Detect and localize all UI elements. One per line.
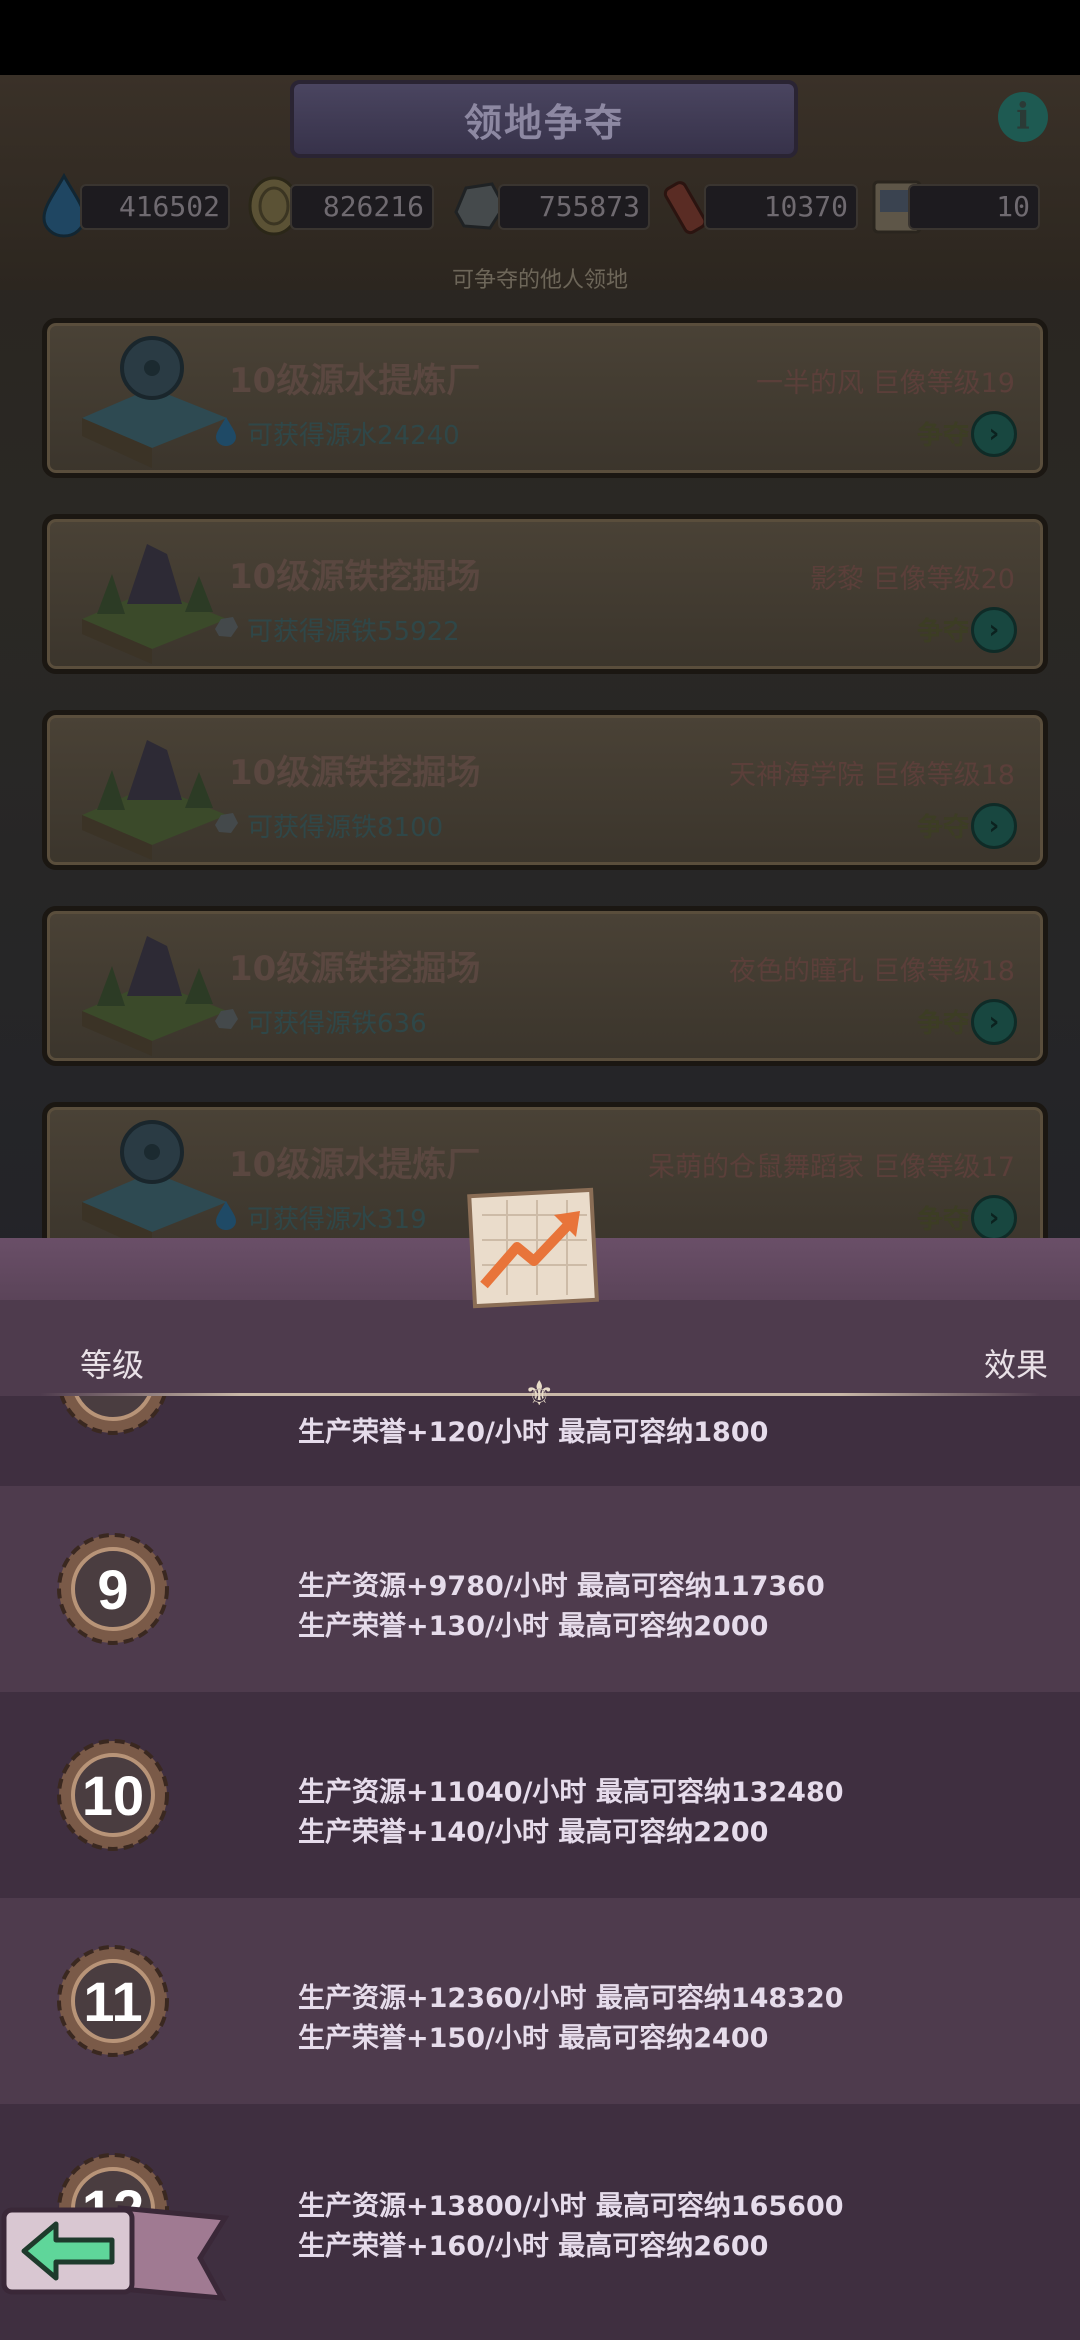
info-icon: i — [1016, 96, 1030, 138]
chevron-right-icon: › — [988, 1007, 1000, 1037]
effect-line-honor: 生产荣誉+130/小时 最高可容纳2000 — [298, 1611, 769, 1642]
contest-label[interactable]: 争夺 — [917, 1199, 969, 1236]
contest-label[interactable]: 争夺 — [917, 611, 969, 648]
water-drop-icon — [216, 1201, 236, 1230]
iron-mine-island-icon — [82, 740, 227, 860]
resource-water: 416502 — [80, 184, 230, 230]
title-plate: 领地争夺 — [290, 80, 798, 158]
resource-iron-value: 755873 — [538, 190, 640, 223]
level-number: 9 — [97, 1557, 129, 1621]
chevron-right-icon: › — [988, 419, 1000, 449]
territory-name: 10级源铁挖掘场 — [229, 949, 481, 989]
level-row: 10 生产资源+11040/小时 最高可容纳132480 生产荣誉+140/小时… — [0, 1692, 1080, 1898]
fleur-de-lis-icon: ⚜ — [524, 1374, 555, 1414]
effect-line-resource: 生产资源+12360/小时 最高可容纳148320 — [298, 1983, 844, 2014]
territory-owner: 呆萌的仓鼠舞蹈家 巨像等级17 — [648, 1152, 1015, 1183]
iron-mine-island-icon — [82, 936, 227, 1056]
territory-name: 10级源铁挖掘场 — [229, 753, 481, 793]
effect-line-honor: 生产荣誉+150/小时 最高可容纳2400 — [298, 2023, 769, 2054]
effect-line-honor: 生产荣誉+160/小时 最高可容纳2600 — [298, 2231, 769, 2262]
resource-scroll-value: 10370 — [763, 190, 848, 223]
contest-arrow-button[interactable]: › — [971, 999, 1017, 1045]
contest-arrow-button[interactable]: › — [971, 607, 1017, 653]
territory-name: 10级源水提炼厂 — [229, 361, 481, 401]
effect-line-honor: 生产荣誉+140/小时 最高可容纳2200 — [298, 1817, 769, 1848]
effect-line-resource: 生产资源+11040/小时 最高可容纳132480 — [298, 1777, 844, 1808]
contest-arrow-button[interactable]: › — [971, 803, 1017, 849]
contest-arrow-button[interactable]: › — [971, 1195, 1017, 1241]
level-number: 10 — [81, 1763, 145, 1827]
territory-owner: 影黎 巨像等级20 — [810, 564, 1015, 595]
territory-name: 10级源铁挖掘场 — [229, 557, 481, 597]
territory-card[interactable]: 10级源铁挖掘场 可获得源铁636 夜色的瞳孔 巨像等级18 争夺 › — [42, 906, 1048, 1066]
territory-gain: 可获得源水24240 — [247, 421, 460, 451]
section-subtitle: 可争夺的他人领地 — [451, 268, 628, 293]
contest-label[interactable]: 争夺 — [917, 1003, 969, 1040]
resource-ticket: 10 — [908, 184, 1040, 230]
territory-owner: 天神海学院 巨像等级18 — [729, 760, 1015, 791]
territory-gain: 可获得源铁55922 — [247, 617, 460, 647]
territory-owner: 一半的风 巨像等级19 — [756, 368, 1015, 399]
iron-ore-icon — [215, 1009, 238, 1029]
iron-mine-island-icon — [82, 544, 227, 664]
contest-label[interactable]: 争夺 — [917, 807, 969, 844]
territory-card[interactable]: 10级源铁挖掘场 可获得源铁55922 影黎 巨像等级20 争夺 › — [42, 514, 1048, 674]
info-button[interactable]: i — [998, 92, 1048, 142]
resource-gold-value: 826216 — [322, 190, 424, 223]
effect-line-resource: 生产资源+13800/小时 最高可容纳165600 — [298, 2191, 844, 2222]
territory-gain: 可获得源铁8100 — [247, 813, 444, 843]
territory-owner: 夜色的瞳孔 巨像等级18 — [729, 956, 1015, 987]
growth-chart-icon — [467, 1187, 599, 1309]
territory-gain: 可获得源铁636 — [247, 1009, 427, 1039]
back-button[interactable] — [0, 2188, 230, 2316]
level-row: 11 生产资源+12360/小时 最高可容纳148320 生产荣誉+150/小时… — [0, 1898, 1080, 2104]
contest-arrow-button[interactable]: › — [971, 411, 1017, 457]
chevron-right-icon: › — [988, 615, 1000, 645]
level-number: 11 — [83, 1969, 143, 2033]
page-title: 领地争夺 — [463, 100, 624, 145]
territory-card[interactable]: 10级源铁挖掘场 可获得源铁8100 天神海学院 巨像等级18 争夺 › — [42, 710, 1048, 870]
chevron-right-icon: › — [988, 811, 1000, 841]
contest-label[interactable]: 争夺 — [917, 415, 969, 452]
chevron-right-icon: › — [988, 1203, 1000, 1233]
effect-line: 生产荣誉+120/小时 最高可容纳1800 — [298, 1417, 769, 1448]
territory-card[interactable]: 10级源水提炼厂 可获得源水24240 一半的风 巨像等级19 争夺 › — [42, 318, 1048, 478]
resource-scroll: 10370 — [704, 184, 858, 230]
resource-ticket-value: 10 — [996, 190, 1030, 223]
water-plant-island-icon — [82, 336, 227, 468]
water-drop-icon — [216, 417, 236, 446]
territory-name: 10级源水提炼厂 — [229, 1145, 481, 1185]
iron-ore-icon — [215, 813, 238, 833]
water-plant-island-icon — [82, 1120, 227, 1252]
resource-water-value: 416502 — [118, 190, 220, 223]
territory-gain: 可获得源水319 — [247, 1205, 427, 1235]
iron-ore-icon — [215, 617, 238, 637]
level-row: 9 生产资源+9780/小时 最高可容纳117360 生产荣誉+130/小时 最… — [0, 1486, 1080, 1692]
column-effect-header: 效果 — [983, 1346, 1048, 1384]
effect-line-resource: 生产资源+9780/小时 最高可容纳117360 — [298, 1571, 825, 1602]
gear-badge-icon — [59, 1396, 167, 1435]
resource-gold: 826216 — [290, 184, 434, 230]
resource-iron: 755873 — [498, 184, 650, 230]
column-level-header: 等级 — [80, 1346, 145, 1384]
